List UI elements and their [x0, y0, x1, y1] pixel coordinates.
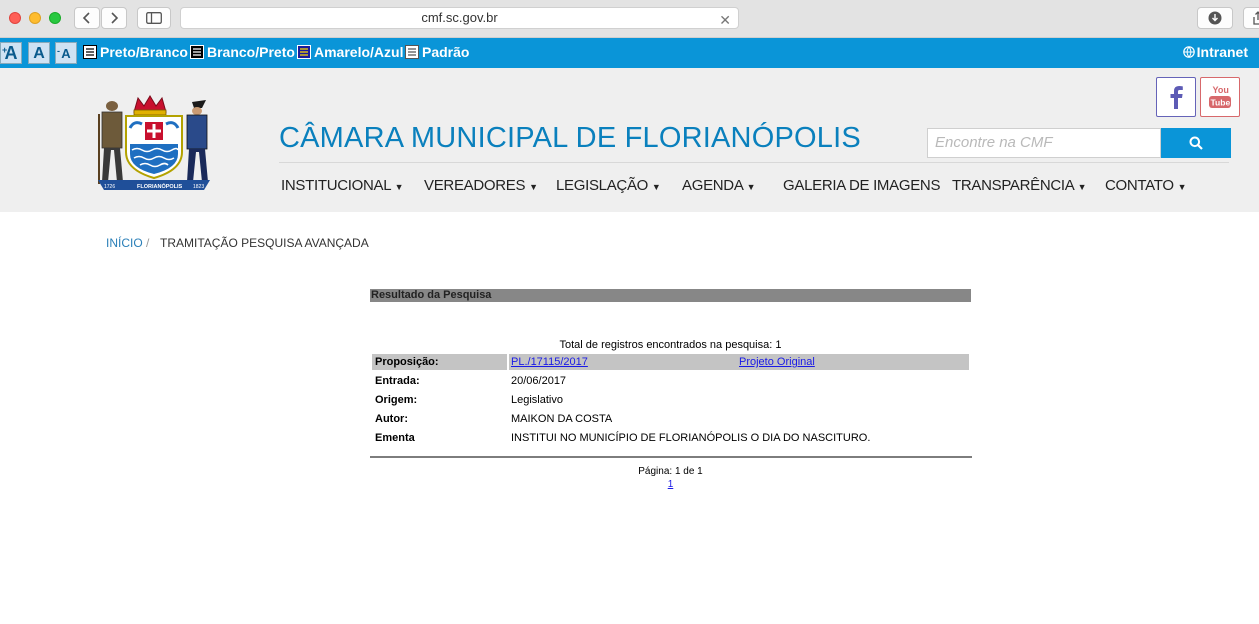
results-total: Total de registros encontrados na pesqui… — [559, 339, 782, 351]
pagination-info: Página: 1 de 1 — [638, 466, 703, 477]
caret-down-icon: ▼ — [1077, 182, 1087, 192]
nav-agenda[interactable]: AGENDA ▼ — [682, 177, 756, 194]
site-header: 1726 FLORIANÓPOLIS 1823 CÂMARA MUNICIPAL… — [0, 68, 1259, 212]
download-icon — [1208, 11, 1222, 25]
crest-banner-text: FLORIANÓPOLIS — [137, 182, 183, 190]
caret-down-icon: ▼ — [651, 182, 661, 192]
crest-right-year: 1823 — [193, 184, 204, 190]
contrast-amarelo-azul[interactable]: Amarelo/Azul — [297, 44, 403, 60]
youtube-text-bottom: Tube — [1211, 98, 1231, 108]
nav-contato[interactable]: CONTATO ▼ — [1105, 177, 1187, 194]
proposicao-link[interactable]: PL./17115/2017 — [511, 356, 588, 368]
projeto-original-link[interactable]: Projeto Original — [739, 356, 815, 368]
caret-down-icon: ▼ — [746, 182, 756, 192]
url-text: cmf.sc.gov.br — [421, 10, 498, 25]
search-input[interactable]: Encontre na CMF — [927, 128, 1161, 158]
text-lines-icon — [190, 45, 204, 59]
results-divider — [370, 456, 972, 458]
text-lines-icon — [83, 45, 97, 59]
minimize-window-button[interactable] — [29, 12, 41, 24]
title-divider — [279, 162, 1229, 163]
nav-transparencia[interactable]: TRANSPARÊNCIA ▼ — [952, 177, 1086, 194]
nav-vereadores[interactable]: VEREADORES ▼ — [424, 177, 538, 194]
font-increase-button[interactable]: + A — [0, 42, 22, 64]
caret-down-icon: ▼ — [394, 182, 404, 192]
ementa-label: Ementa — [375, 432, 415, 444]
sidebar-toggle-button[interactable] — [137, 7, 171, 29]
text-lines-icon — [297, 45, 311, 59]
downloads-button[interactable] — [1197, 7, 1233, 29]
autor-label: Autor: — [375, 413, 408, 425]
nav-institucional[interactable]: INSTITUCIONAL ▼ — [281, 177, 404, 194]
chevron-left-icon — [82, 12, 90, 24]
back-button[interactable] — [74, 7, 100, 29]
address-bar[interactable]: cmf.sc.gov.br ✕ — [180, 7, 739, 29]
pagination: 1 — [370, 479, 971, 490]
zoom-window-button[interactable] — [49, 12, 61, 24]
autor-value: MAIKON DA COSTA — [511, 413, 613, 425]
ementa-value: INSTITUI NO MUNICÍPIO DE FLORIANÓPOLIS O… — [511, 432, 871, 444]
chevron-right-icon — [111, 12, 119, 24]
page-link-1[interactable]: 1 — [668, 479, 674, 490]
site-title[interactable]: CÂMARA MUNICIPAL DE FLORIANÓPOLIS — [279, 122, 861, 155]
proposicao-label: Proposição: — [375, 356, 439, 368]
entrada-value: 20/06/2017 — [511, 375, 567, 387]
proposicao-row — [372, 354, 969, 370]
font-decrease-button[interactable]: -A — [55, 42, 77, 64]
youtube-link[interactable]: You Tube — [1200, 77, 1240, 117]
caret-down-icon: ▼ — [1177, 182, 1187, 192]
share-button[interactable] — [1243, 7, 1259, 29]
clear-url-icon[interactable]: ✕ — [719, 10, 731, 30]
breadcrumb-current: TRAMITAÇÃO PESQUISA AVANÇADA — [160, 236, 369, 250]
caret-down-icon: ▼ — [529, 182, 538, 192]
browser-toolbar: cmf.sc.gov.br ✕ — [0, 0, 1259, 38]
entrada-label: Entrada: — [375, 375, 420, 387]
nav-legislacao[interactable]: LEGISLAÇÃO ▼ — [556, 177, 661, 194]
close-window-button[interactable] — [9, 12, 21, 24]
facebook-icon — [1170, 86, 1183, 109]
coat-of-arms-logo[interactable]: 1726 FLORIANÓPOLIS 1823 — [94, 94, 214, 192]
youtube-text-top: You — [1213, 85, 1229, 95]
breadcrumb-separator: / — [146, 236, 150, 250]
results-heading: Resultado da Pesquisa — [370, 289, 971, 302]
contrast-branco-preto[interactable]: Branco/Preto — [190, 44, 295, 60]
share-icon — [1253, 11, 1259, 25]
search-button[interactable] — [1161, 128, 1231, 158]
youtube-icon: You Tube — [1209, 85, 1231, 108]
contrast-preto-branco[interactable]: Preto/Branco — [83, 44, 188, 60]
contrast-padrao[interactable]: Padrão — [405, 44, 469, 60]
crest-left-year: 1726 — [104, 184, 115, 190]
font-normal-button[interactable]: A — [28, 42, 50, 64]
nav-galeria-de-imagens[interactable]: GALERIA DE IMAGENS — [783, 177, 940, 194]
intranet-link[interactable]: Intranet — [1182, 44, 1248, 60]
globe-icon — [1182, 46, 1195, 58]
sidebar-icon — [146, 12, 162, 24]
accessibility-bar: + A A -A Preto/Branco Branco/Preto Amarel… — [0, 38, 1259, 68]
forward-button[interactable] — [101, 7, 127, 29]
facebook-link[interactable] — [1156, 77, 1196, 117]
search-icon — [1189, 136, 1203, 150]
breadcrumb-home[interactable]: INÍCIO — [106, 236, 143, 250]
origem-label: Origem: — [375, 394, 418, 406]
origem-value: Legislativo — [511, 394, 563, 406]
text-lines-icon — [405, 45, 419, 59]
